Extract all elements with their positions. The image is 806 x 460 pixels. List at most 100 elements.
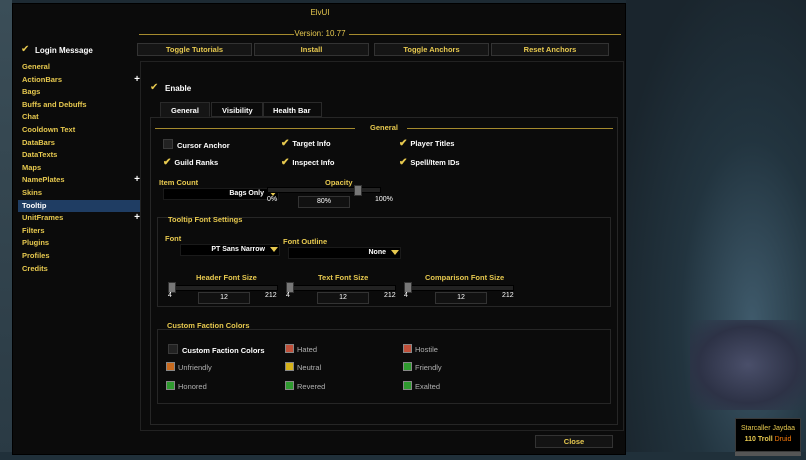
sidebar-item-filters[interactable]: Filters — [18, 225, 140, 238]
tab-visibility[interactable]: Visibility — [211, 102, 264, 117]
sidebar-item-credits[interactable]: Credits — [18, 263, 140, 276]
slider-min: 4 — [168, 292, 172, 299]
sidebar-item-plugins[interactable]: Plugins — [18, 237, 140, 250]
reset-anchors-button[interactable]: Reset Anchors — [491, 43, 609, 56]
check-icon[interactable]: ✔ — [281, 138, 289, 149]
toggle-tutorials-button[interactable]: Toggle Tutorials — [137, 43, 252, 56]
font-outline-dropdown[interactable]: None — [288, 247, 401, 259]
header-font-size-slider[interactable] — [168, 285, 278, 291]
tooltip-font-settings-group: Tooltip Font Settings Font PT Sans Narro… — [157, 215, 611, 307]
color-swatch[interactable] — [403, 381, 412, 390]
opacity-slider-thumb[interactable] — [353, 185, 362, 196]
checkbox-box[interactable] — [163, 139, 173, 149]
unit-name: Starcaller Jaydaa — [740, 425, 796, 432]
text-font-size-slider[interactable] — [286, 285, 396, 291]
header-font-size-label: Header Font Size — [196, 273, 257, 282]
cursor-anchor-checkbox[interactable]: Cursor Anchor — [163, 139, 230, 150]
comparison-font-size-input[interactable]: 12 — [435, 292, 487, 304]
header-font-size-input[interactable]: 12 — [198, 292, 250, 304]
unit-tooltip: Starcaller Jaydaa 110 Troll Druid — [735, 418, 801, 452]
faction-color-exalted[interactable]: Exalted — [403, 381, 440, 391]
sidebar-item-buffs-debuffs[interactable]: Buffs and Debuffs — [18, 99, 140, 112]
sidebar-item-nameplates[interactable]: NamePlates + — [18, 174, 140, 187]
color-swatch[interactable] — [166, 381, 175, 390]
font-outline-label: Font Outline — [283, 237, 328, 246]
general-tab-panel: General Cursor Anchor ✔ Target Info ✔ Play… — [150, 117, 618, 425]
slider-max: 212 — [502, 292, 514, 299]
tab-health-bar[interactable]: Health Bar — [262, 102, 322, 117]
sidebar-item-chat[interactable]: Chat — [18, 111, 140, 124]
color-swatch[interactable] — [403, 344, 412, 353]
check-icon[interactable]: ✔ — [281, 157, 289, 168]
sidebar-item-general[interactable]: General — [18, 61, 140, 74]
font-label: Font — [165, 234, 182, 243]
chevron-down-icon[interactable] — [270, 247, 278, 252]
divider — [349, 34, 621, 35]
slider-min: 4 — [286, 292, 290, 299]
install-button[interactable]: Install — [254, 43, 369, 56]
options-content: ✔ Enable General Visibility Health Bar G… — [140, 61, 624, 431]
sidebar-item-profiles[interactable]: Profiles — [18, 250, 140, 263]
faction-color-friendly[interactable]: Friendly — [403, 362, 442, 372]
faction-color-unfriendly[interactable]: Unfriendly — [166, 362, 212, 372]
sidebar-item-unitframes[interactable]: UnitFrames + — [18, 212, 140, 225]
divider — [407, 128, 613, 129]
sidebar-item-skins[interactable]: Skins — [18, 187, 140, 200]
item-count-dropdown[interactable]: Bags Only — [163, 188, 279, 200]
color-swatch[interactable] — [403, 362, 412, 371]
sidebar-item-cooldown-text[interactable]: Cooldown Text — [18, 124, 140, 137]
sidebar: General ActionBars + Bags Buffs and Debuf… — [18, 61, 140, 275]
checkbox-box[interactable] — [168, 344, 178, 354]
color-swatch[interactable] — [285, 344, 294, 353]
toggle-anchors-button[interactable]: Toggle Anchors — [374, 43, 489, 56]
check-icon[interactable]: ✔ — [399, 157, 407, 168]
sidebar-item-actionbars[interactable]: ActionBars + — [18, 74, 140, 87]
opacity-value-input[interactable]: 80% — [298, 196, 350, 208]
check-icon[interactable]: ✔ — [163, 157, 171, 168]
custom-faction-colors-checkbox[interactable]: Custom Faction Colors — [168, 344, 265, 355]
game-world-scenery — [690, 320, 806, 410]
enable-label: Enable — [165, 84, 192, 93]
tab-general[interactable]: General — [160, 102, 210, 117]
comparison-font-size-slider[interactable] — [404, 285, 514, 291]
spell-item-ids-checkbox[interactable]: ✔ Spell/Item IDs — [399, 157, 460, 168]
window-title: ElvUI — [310, 8, 330, 17]
slider-min: 4 — [404, 292, 408, 299]
faction-color-hostile[interactable]: Hostile — [403, 344, 438, 354]
elvui-config-window: ElvUI Version: 10.77 ✔ Login Message Tog… — [12, 3, 626, 455]
faction-color-hated[interactable]: Hated — [285, 344, 317, 354]
color-swatch[interactable] — [285, 381, 294, 390]
item-count-label: Item Count — [159, 178, 199, 187]
faction-color-honored[interactable]: Honored — [166, 381, 207, 391]
slider-max: 212 — [384, 292, 396, 299]
close-button[interactable]: Close — [535, 435, 613, 448]
text-font-size-label: Text Font Size — [318, 273, 369, 282]
game-world-background — [0, 0, 12, 460]
unit-info: 110 Troll Druid — [744, 436, 792, 443]
opacity-max: 100% — [375, 196, 393, 203]
login-message-check-icon[interactable]: ✔ — [21, 44, 29, 55]
slider-max: 212 — [265, 292, 277, 299]
target-info-checkbox[interactable]: ✔ Target Info — [281, 138, 331, 149]
sidebar-item-bags[interactable]: Bags — [18, 86, 140, 99]
font-dropdown[interactable]: PT Sans Narrow — [180, 244, 280, 256]
check-icon[interactable]: ✔ — [399, 138, 407, 149]
unit-health-bar — [735, 452, 801, 456]
faction-color-revered[interactable]: Revered — [285, 381, 325, 391]
color-swatch[interactable] — [285, 362, 294, 371]
chevron-down-icon[interactable] — [391, 250, 399, 255]
opacity-slider[interactable] — [267, 187, 381, 193]
sidebar-item-maps[interactable]: Maps — [18, 162, 140, 175]
color-swatch[interactable] — [166, 362, 175, 371]
enable-check-icon[interactable]: ✔ — [150, 82, 158, 93]
sidebar-item-datatexts[interactable]: DataTexts — [18, 149, 140, 162]
faction-color-neutral[interactable]: Neutral — [285, 362, 321, 372]
guild-ranks-checkbox[interactable]: ✔ Guild Ranks — [163, 157, 218, 168]
comparison-font-size-label: Comparison Font Size — [425, 273, 505, 282]
inspect-info-checkbox[interactable]: ✔ Inspect Info — [281, 157, 334, 168]
sidebar-item-tooltip[interactable]: Tooltip — [18, 199, 140, 213]
text-font-size-input[interactable]: 12 — [317, 292, 369, 304]
player-titles-checkbox[interactable]: ✔ Player Titles — [399, 138, 454, 149]
font-settings-header: Tooltip Font Settings — [168, 215, 243, 224]
sidebar-item-databars[interactable]: DataBars — [18, 137, 140, 150]
